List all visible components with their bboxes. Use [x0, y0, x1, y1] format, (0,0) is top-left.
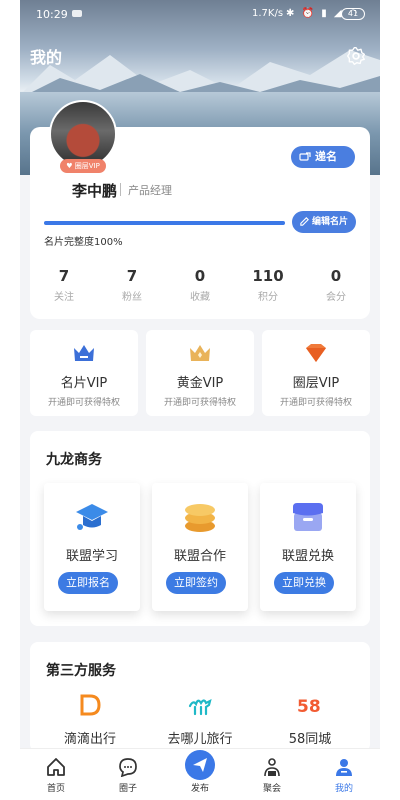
user-job-title: 产品经理: [128, 184, 172, 197]
service-title: 滴滴出行: [63, 732, 116, 747]
stat-value: 110: [252, 267, 284, 285]
58-icon: 58: [297, 697, 321, 717]
stat-label: 会分: [326, 292, 346, 303]
chat-bubble-icon: [119, 758, 137, 777]
tab-mine[interactable]: 我的: [308, 749, 380, 800]
camel-icon: [188, 698, 212, 716]
network-speed: 1.7K/s: [252, 8, 284, 19]
edit-card-label: 编辑名片: [312, 217, 349, 227]
tab-label: 聚会: [262, 784, 281, 794]
vip-subtitle: 开通即可获得特权: [47, 398, 120, 408]
status-bar: 10:29 1.7K/s ✱ ⏰ ▮ ◢ ◠ 41: [20, 0, 380, 30]
heart-icon: ♥: [66, 162, 73, 170]
vip-card-circle[interactable]: 圈层VIP 开通即可获得特权: [262, 330, 370, 416]
user-icon: [336, 759, 352, 776]
service-title: 去哪儿旅行: [167, 732, 233, 747]
coin-stack-icon: [185, 504, 215, 532]
mountain-scenery: [20, 50, 380, 100]
stat-follow[interactable]: 7 关注: [30, 267, 98, 307]
stat-value: 7: [126, 267, 138, 285]
vip-card-gold[interactable]: 黄金VIP 开通即可获得特权: [146, 330, 254, 416]
tab-gathering[interactable]: 聚会: [236, 749, 308, 800]
sign-contract-button[interactable]: 立即签约: [166, 572, 226, 594]
tab-label: 发布: [190, 784, 209, 794]
diamond-icon: [306, 344, 326, 362]
send-card-button[interactable]: 递名片: [291, 146, 355, 185]
vip-badge: ♥ 圈层VIP: [60, 159, 106, 173]
stat-value: 0: [330, 267, 342, 285]
business-card-exchange[interactable]: 联盟兑换 立即兑换: [260, 483, 356, 611]
gear-icon[interactable]: [346, 46, 366, 66]
bottom-tab-bar: 首页 圈子 发布 聚会 我的: [20, 748, 380, 800]
service-qunar[interactable]: 去哪儿旅行: [150, 692, 250, 748]
service-title: 58同城: [288, 732, 332, 747]
name-divider: [120, 183, 121, 196]
vip-title: 名片VIP: [60, 376, 108, 391]
home-icon: [47, 758, 65, 776]
section-title: 第三方服务: [46, 663, 116, 679]
tab-label: 首页: [46, 784, 65, 794]
tab-label: 我的: [334, 784, 353, 794]
vip-title: 黄金VIP: [176, 376, 224, 391]
svg-text:58: 58: [297, 697, 321, 717]
service-didi[interactable]: 滴滴出行: [40, 692, 140, 748]
service-58[interactable]: 58 58同城: [260, 692, 360, 748]
graduation-cap-icon: [76, 504, 108, 530]
stats-row: 7 关注 7 粉丝 0 收藏 110 积分 0 会分: [30, 267, 370, 307]
paper-plane-icon: [193, 758, 207, 772]
exchange-button[interactable]: 立即兑换: [274, 572, 334, 594]
edit-icon: [300, 217, 309, 226]
business-title: 联盟学习: [65, 549, 118, 564]
third-party-section: 第三方服务 滴滴出行 去哪儿旅行 58 58同城: [30, 642, 370, 752]
vip-title: 圈层VIP: [292, 376, 340, 391]
completeness-label: 名片完整度100%: [44, 237, 123, 248]
stat-label: 关注: [54, 292, 74, 303]
business-title: 联盟兑换: [281, 549, 334, 564]
section-title: 九龙商务: [46, 452, 102, 468]
stat-label: 粉丝: [122, 292, 142, 303]
business-card-cooperation[interactable]: 联盟合作 立即签约: [152, 483, 248, 611]
gold-crown-icon: [190, 345, 210, 361]
completeness-progress-bar: [44, 221, 285, 225]
publish-button[interactable]: [185, 750, 215, 780]
vip-badge-label: 圈层VIP: [74, 162, 100, 170]
stat-value: 0: [194, 267, 206, 285]
business-cards: 联盟学习 立即报名 联盟合作 立即签约 联盟兑换 立即兑换: [44, 483, 356, 613]
third-party-services: 滴滴出行 去哪儿旅行 58 58同城: [40, 692, 360, 748]
user-name: 李中鹏: [72, 182, 118, 200]
stat-label: 收藏: [190, 292, 210, 303]
sim-icon: [72, 10, 82, 17]
avatar[interactable]: [49, 100, 117, 168]
stat-favorites[interactable]: 0 收藏: [166, 267, 234, 307]
app-screen: 10:29 1.7K/s ✱ ⏰ ▮ ◢ ◠ 41 我的 ♥ 圈层VIP 递名片…: [20, 0, 380, 800]
business-title: 联盟合作: [173, 549, 226, 564]
didi-icon: [80, 694, 101, 716]
stat-fans[interactable]: 7 粉丝: [98, 267, 166, 307]
vip-cards: 名片VIP 开通即可获得特权 黄金VIP 开通即可获得特权 圈层VIP 开通即可…: [30, 330, 370, 416]
shop-icon: [293, 503, 323, 531]
vip-subtitle: 开通即可获得特权: [279, 398, 352, 408]
send-card-label: 递名片: [315, 150, 337, 185]
people-icon: [264, 758, 280, 777]
battery-indicator: 41: [341, 8, 365, 20]
crown-icon: [74, 345, 94, 361]
stat-label: 积分: [258, 292, 278, 303]
tab-label: 圈子: [118, 784, 137, 794]
edit-card-button[interactable]: 编辑名片: [292, 211, 356, 233]
stat-membership[interactable]: 0 会分: [302, 267, 370, 307]
page-title: 我的: [30, 48, 63, 67]
business-card-learning[interactable]: 联盟学习 立即报名: [44, 483, 140, 611]
completeness-progress-fill: [44, 221, 285, 225]
tab-circle[interactable]: 圈子: [92, 749, 164, 800]
stat-points[interactable]: 110 积分: [234, 267, 302, 307]
tab-publish[interactable]: 发布: [164, 749, 236, 800]
vip-card-name-card[interactable]: 名片VIP 开通即可获得特权: [30, 330, 138, 416]
vip-subtitle: 开通即可获得特权: [163, 398, 236, 408]
share-card-icon: [299, 152, 311, 161]
signup-button[interactable]: 立即报名: [58, 572, 118, 594]
status-time: 10:29: [36, 8, 68, 21]
business-section: 九龙商务 联盟学习 立即报名 联盟合作 立即签约 联盟兑换 立即兑换: [30, 431, 370, 626]
stat-value: 7: [58, 267, 70, 285]
tab-home[interactable]: 首页: [20, 749, 92, 800]
